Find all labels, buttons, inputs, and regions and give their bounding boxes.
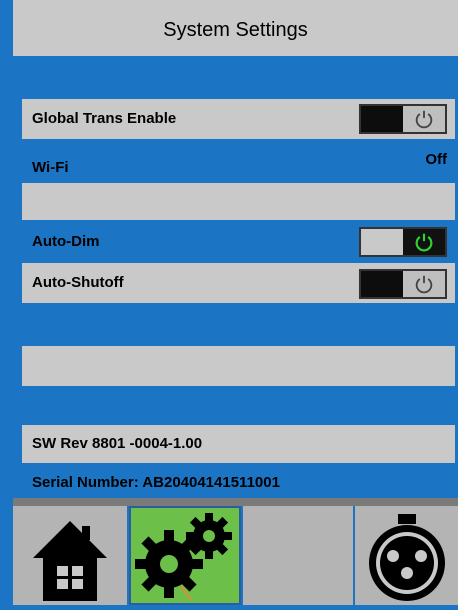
nav-home-button[interactable] xyxy=(13,506,127,605)
wifi-status[interactable]: Off xyxy=(395,147,447,173)
power-icon xyxy=(415,233,433,252)
auto-dim-toggle[interactable] xyxy=(359,227,447,257)
sw-rev-row: SW Rev 8801 -0004-1.00 xyxy=(22,425,455,463)
home-icon xyxy=(33,521,107,601)
bottom-nav xyxy=(13,506,458,605)
serial-number-text: Serial Number: AB20404141511001 xyxy=(32,474,280,491)
power-icon xyxy=(415,110,433,129)
xlr-connector-icon xyxy=(369,514,445,601)
global-trans-enable-label: Global Trans Enable xyxy=(32,110,177,127)
power-icon xyxy=(415,275,433,294)
divider xyxy=(13,498,458,506)
global-trans-enable-row: Global Trans Enable xyxy=(22,99,455,139)
empty-row xyxy=(22,183,455,220)
auto-dim-label: Auto-Dim xyxy=(32,233,100,250)
nav-xlr-button[interactable] xyxy=(355,506,458,605)
auto-shutoff-row: Auto-Shutoff xyxy=(22,263,455,303)
page-title: System Settings xyxy=(13,0,458,56)
empty-row xyxy=(22,346,455,386)
auto-shutoff-toggle[interactable] xyxy=(359,269,447,299)
settings-gears-icon xyxy=(135,513,232,601)
wifi-label: Wi-Fi xyxy=(32,159,69,176)
nav-blank-button[interactable] xyxy=(243,506,353,605)
nav-settings-button[interactable] xyxy=(129,506,241,605)
global-trans-enable-toggle[interactable] xyxy=(359,104,447,134)
sw-rev-text: SW Rev 8801 -0004-1.00 xyxy=(32,435,203,452)
auto-shutoff-label: Auto-Shutoff xyxy=(32,274,124,291)
